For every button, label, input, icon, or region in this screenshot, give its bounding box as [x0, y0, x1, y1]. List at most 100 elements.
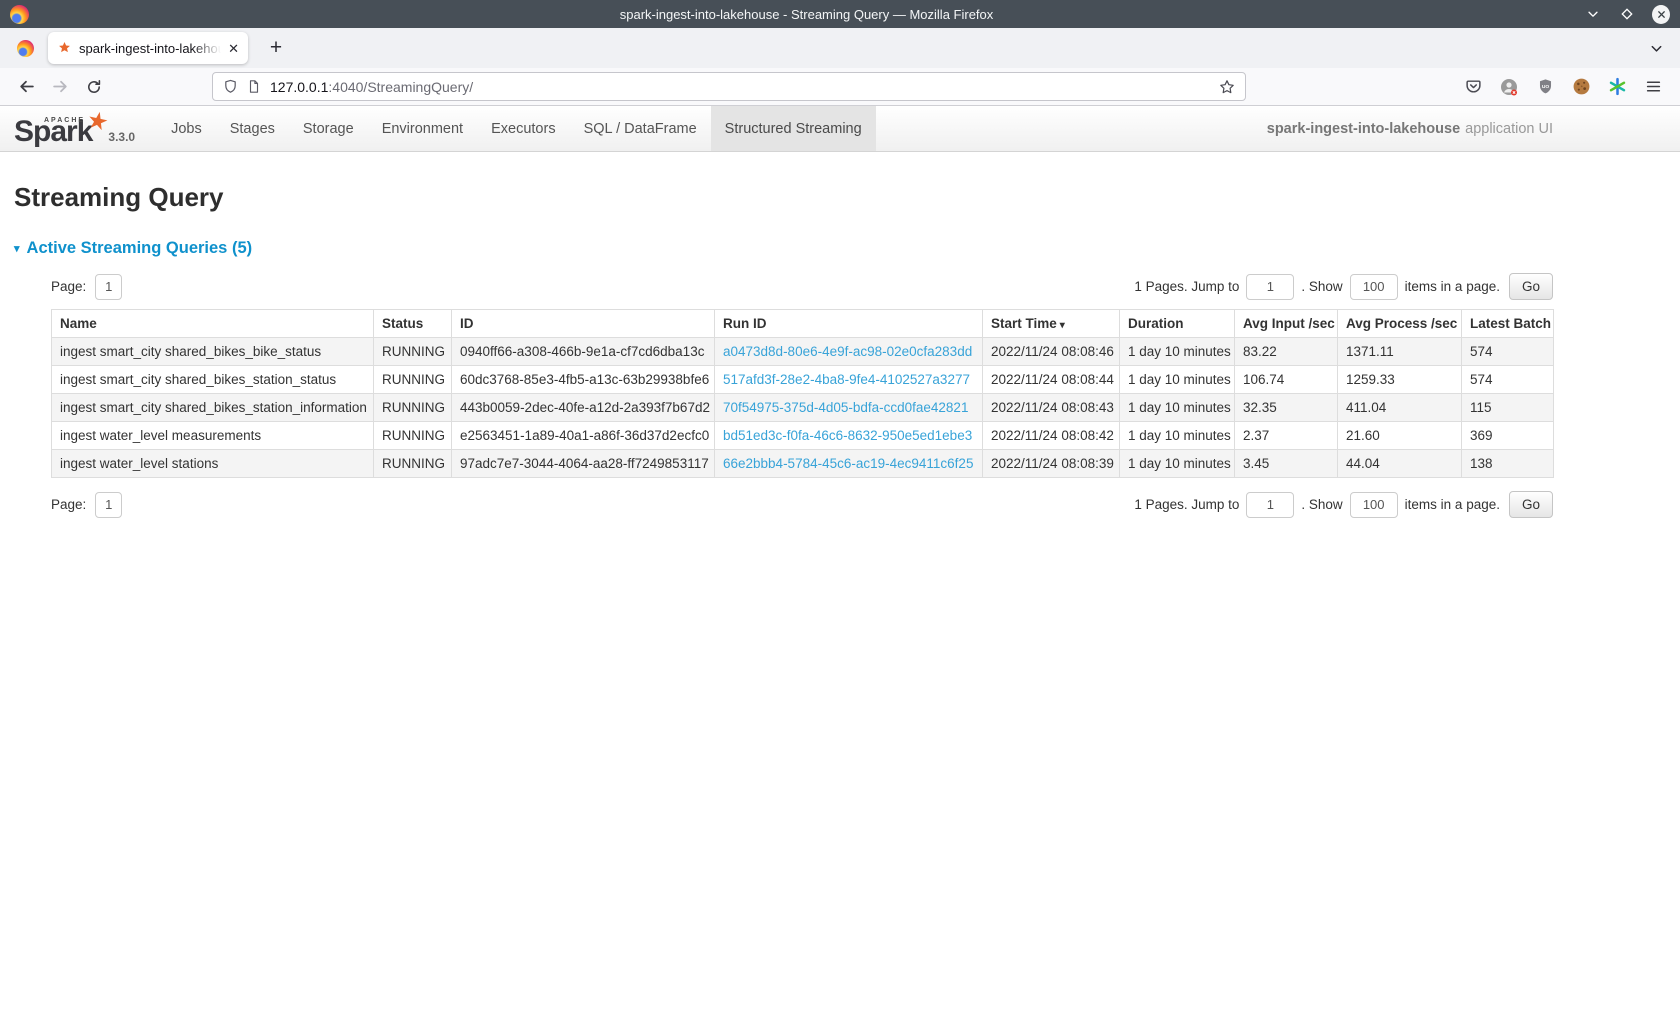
run-id-link[interactable]: bd51ed3c-f0fa-46c6-8632-950e5ed1ebe3 — [723, 428, 972, 443]
asterisk-extension-icon[interactable] — [1604, 74, 1630, 100]
tab-title: spark-ingest-into-lakehous — [79, 41, 221, 56]
svg-text:UO: UO — [1541, 84, 1549, 90]
page-size-input[interactable] — [1350, 492, 1398, 518]
maximize-icon[interactable] — [1618, 5, 1636, 23]
cookie-extension-icon[interactable] — [1568, 74, 1594, 100]
col-header-latest-batch[interactable]: Latest Batch — [1462, 310, 1554, 338]
run-id-link[interactable]: a0473d8d-80e6-4e9f-ac98-02e0cfa283dd — [723, 344, 972, 359]
tab-sql-dataframe[interactable]: SQL / DataFrame — [570, 106, 711, 151]
table-row: ingest water_level measurements RUNNING … — [52, 422, 1554, 450]
back-icon[interactable] — [12, 73, 40, 101]
cell-status: RUNNING — [374, 422, 452, 450]
tab-environment[interactable]: Environment — [368, 106, 477, 151]
run-id-link[interactable]: 517afd3f-28e2-4ba8-9fe4-4102527a3277 — [723, 372, 970, 387]
minimize-icon[interactable] — [1584, 5, 1602, 23]
browser-tab[interactable]: spark-ingest-into-lakehous ✕ — [48, 32, 248, 64]
close-icon[interactable] — [1652, 5, 1670, 23]
jump-to-input[interactable] — [1246, 274, 1294, 300]
col-header-status[interactable]: Status — [374, 310, 452, 338]
profile-extension-icon[interactable] — [1496, 74, 1522, 100]
col-header-start-time[interactable]: Start Time▾ — [983, 310, 1120, 338]
page-number-input[interactable] — [95, 492, 122, 518]
cell-run-id: 517afd3f-28e2-4ba8-9fe4-4102527a3277 — [715, 366, 983, 394]
col-header-run-id[interactable]: Run ID — [715, 310, 983, 338]
go-button[interactable]: Go — [1509, 273, 1553, 300]
table-row: ingest water_level stations RUNNING 97ad… — [52, 450, 1554, 478]
spark-logo-star-icon: ★ — [84, 105, 111, 138]
col-header-avg-input[interactable]: Avg Input /sec — [1235, 310, 1338, 338]
col-header-name[interactable]: Name — [52, 310, 374, 338]
cell-status: RUNNING — [374, 394, 452, 422]
spark-logo[interactable]: APACHE Spark ★ 3.3.0 — [14, 106, 141, 151]
shield-icon[interactable] — [223, 79, 238, 94]
col-header-avg-process[interactable]: Avg Process /sec — [1338, 310, 1462, 338]
url-text[interactable]: 127.0.0.1:4040/StreamingQuery/ — [270, 79, 473, 95]
tab-executors[interactable]: Executors — [477, 106, 569, 151]
pocket-icon[interactable] — [1460, 74, 1486, 100]
cell-id: 97adc7e7-3044-4064-aa28-ff7249853117 — [452, 450, 715, 478]
cell-avg-process: 1371.11 — [1338, 338, 1462, 366]
cell-avg-input: 32.35 — [1235, 394, 1338, 422]
tab-structured-streaming[interactable]: Structured Streaming — [711, 106, 876, 151]
items-label: items in a page. — [1405, 279, 1500, 294]
table-row: ingest smart_city shared_bikes_station_i… — [52, 394, 1554, 422]
cell-run-id: bd51ed3c-f0fa-46c6-8632-950e5ed1ebe3 — [715, 422, 983, 450]
cell-id: 443b0059-2dec-40fe-a12d-2a393f7b67d2 — [452, 394, 715, 422]
tab-stages[interactable]: Stages — [216, 106, 289, 151]
forward-icon[interactable] — [46, 73, 74, 101]
cell-run-id: 66e2bbb4-5784-45c6-ac19-4ec9411c6f25 — [715, 450, 983, 478]
cell-start-time: 2022/11/24 08:08:43 — [983, 394, 1120, 422]
table-row: ingest smart_city shared_bikes_bike_stat… — [52, 338, 1554, 366]
pagination-bottom: Page: 1 Pages. Jump to . Show items in a… — [51, 491, 1553, 518]
cell-id: 0940ff66-a308-466b-9e1a-cf7cd6dba13c — [452, 338, 715, 366]
active-queries-toggle[interactable]: ▾ Active Streaming Queries (5) — [14, 239, 252, 258]
cell-name: ingest water_level stations — [52, 450, 374, 478]
firefox-view-icon[interactable] — [10, 33, 40, 63]
tab-storage[interactable]: Storage — [289, 106, 368, 151]
cell-latest-batch: 138 — [1462, 450, 1554, 478]
new-tab-button[interactable]: + — [262, 34, 290, 62]
page-label: Page: — [51, 497, 86, 512]
cell-avg-input: 83.22 — [1235, 338, 1338, 366]
reload-icon[interactable] — [80, 73, 108, 101]
cell-status: RUNNING — [374, 450, 452, 478]
pagination-top: Page: 1 Pages. Jump to . Show items in a… — [51, 273, 1553, 300]
page-size-input[interactable] — [1350, 274, 1398, 300]
tab-close-icon[interactable]: ✕ — [228, 42, 239, 55]
tab-jobs[interactable]: Jobs — [157, 106, 216, 151]
sort-desc-icon: ▾ — [1060, 320, 1065, 331]
spark-nav: Jobs Stages Storage Environment Executor… — [157, 106, 876, 151]
jump-to-input[interactable] — [1246, 492, 1294, 518]
spark-header: APACHE Spark ★ 3.3.0 Jobs Stages Storage… — [0, 106, 1680, 152]
cell-run-id: a0473d8d-80e6-4e9f-ac98-02e0cfa283dd — [715, 338, 983, 366]
col-header-duration[interactable]: Duration — [1120, 310, 1235, 338]
items-label: items in a page. — [1405, 497, 1500, 512]
application-name: spark-ingest-into-lakehouse — [1267, 121, 1460, 137]
bookmark-star-icon[interactable] — [1219, 79, 1235, 95]
cell-status: RUNNING — [374, 366, 452, 394]
run-id-link[interactable]: 66e2bbb4-5784-45c6-ac19-4ec9411c6f25 — [723, 456, 973, 471]
cell-latest-batch: 574 — [1462, 338, 1554, 366]
cell-latest-batch: 574 — [1462, 366, 1554, 394]
url-path: :4040/StreamingQuery/ — [328, 79, 473, 95]
cell-avg-process: 21.60 — [1338, 422, 1462, 450]
collapse-arrow-icon: ▾ — [14, 242, 20, 255]
list-tabs-icon[interactable] — [1642, 34, 1670, 62]
cell-duration: 1 day 10 minutes — [1120, 394, 1235, 422]
cell-duration: 1 day 10 minutes — [1120, 338, 1235, 366]
run-id-link[interactable]: 70f54975-375d-4d05-bdfa-ccd0fae42821 — [723, 400, 968, 415]
table-row: ingest smart_city shared_bikes_station_s… — [52, 366, 1554, 394]
cell-status: RUNNING — [374, 338, 452, 366]
cell-start-time: 2022/11/24 08:08:44 — [983, 366, 1120, 394]
col-header-id[interactable]: ID — [452, 310, 715, 338]
go-button[interactable]: Go — [1509, 491, 1553, 518]
table-header-row: Name Status ID Run ID Start Time▾ Durati… — [52, 310, 1554, 338]
ublock-shield-icon[interactable]: UO — [1532, 74, 1558, 100]
page-info-icon[interactable] — [247, 79, 261, 94]
page-number-input[interactable] — [95, 274, 122, 300]
show-label: . Show — [1301, 279, 1342, 294]
menu-hamburger-icon[interactable] — [1640, 74, 1666, 100]
pages-summary: 1 Pages. Jump to — [1134, 497, 1239, 512]
cell-name: ingest smart_city shared_bikes_bike_stat… — [52, 338, 374, 366]
url-bar[interactable]: 127.0.0.1:4040/StreamingQuery/ — [212, 72, 1246, 101]
